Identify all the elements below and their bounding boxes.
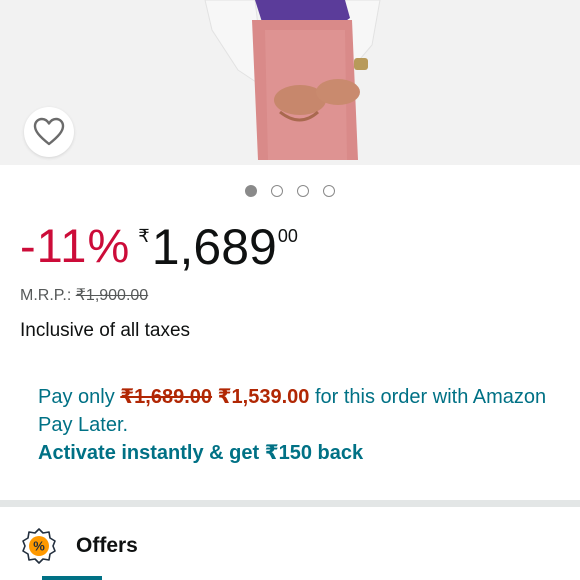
pay-later-activate-link[interactable]: Activate instantly & get ₹150 back — [38, 439, 558, 467]
price-block: -11% ₹ 1,689 00 — [20, 218, 298, 278]
carousel-dots[interactable] — [0, 185, 580, 197]
pay-later-old-amount: ₹1,689.00 — [120, 386, 213, 408]
pay-later-prefix: Pay only — [38, 386, 121, 408]
carousel-dot-4[interactable] — [323, 185, 335, 197]
svg-text:%: % — [33, 539, 45, 554]
carousel-dot-2[interactable] — [271, 185, 283, 197]
offers-title: Offers — [76, 534, 138, 557]
mrp-line: M.R.P.: ₹1,900.00 — [20, 285, 148, 305]
carousel-dot-1[interactable] — [245, 185, 257, 197]
discount-percent: -11% — [20, 219, 131, 272]
product-photo — [0, 0, 580, 165]
currency-symbol: ₹ — [138, 226, 150, 246]
wishlist-button[interactable] — [24, 107, 74, 157]
pay-later-banner[interactable]: Pay only ₹1,689.00 ₹1,539.00 for this or… — [38, 383, 558, 467]
section-divider — [0, 500, 580, 507]
pay-later-new-amount: ₹1,539.00 — [217, 386, 310, 408]
mrp-value: ₹1,900.00 — [75, 287, 149, 304]
percent-badge-icon: % — [22, 528, 56, 564]
carousel-dot-3[interactable] — [297, 185, 309, 197]
offers-header[interactable]: % Offers — [20, 527, 138, 565]
offers-tab-indicator — [42, 576, 102, 580]
price-fraction: 00 — [277, 226, 298, 246]
price-whole: 1,689 — [151, 219, 277, 275]
taxes-note: Inclusive of all taxes — [20, 320, 191, 341]
mrp-label: M.R.P.: — [20, 287, 72, 304]
heart-icon — [33, 117, 65, 146]
product-image[interactable] — [0, 0, 580, 165]
